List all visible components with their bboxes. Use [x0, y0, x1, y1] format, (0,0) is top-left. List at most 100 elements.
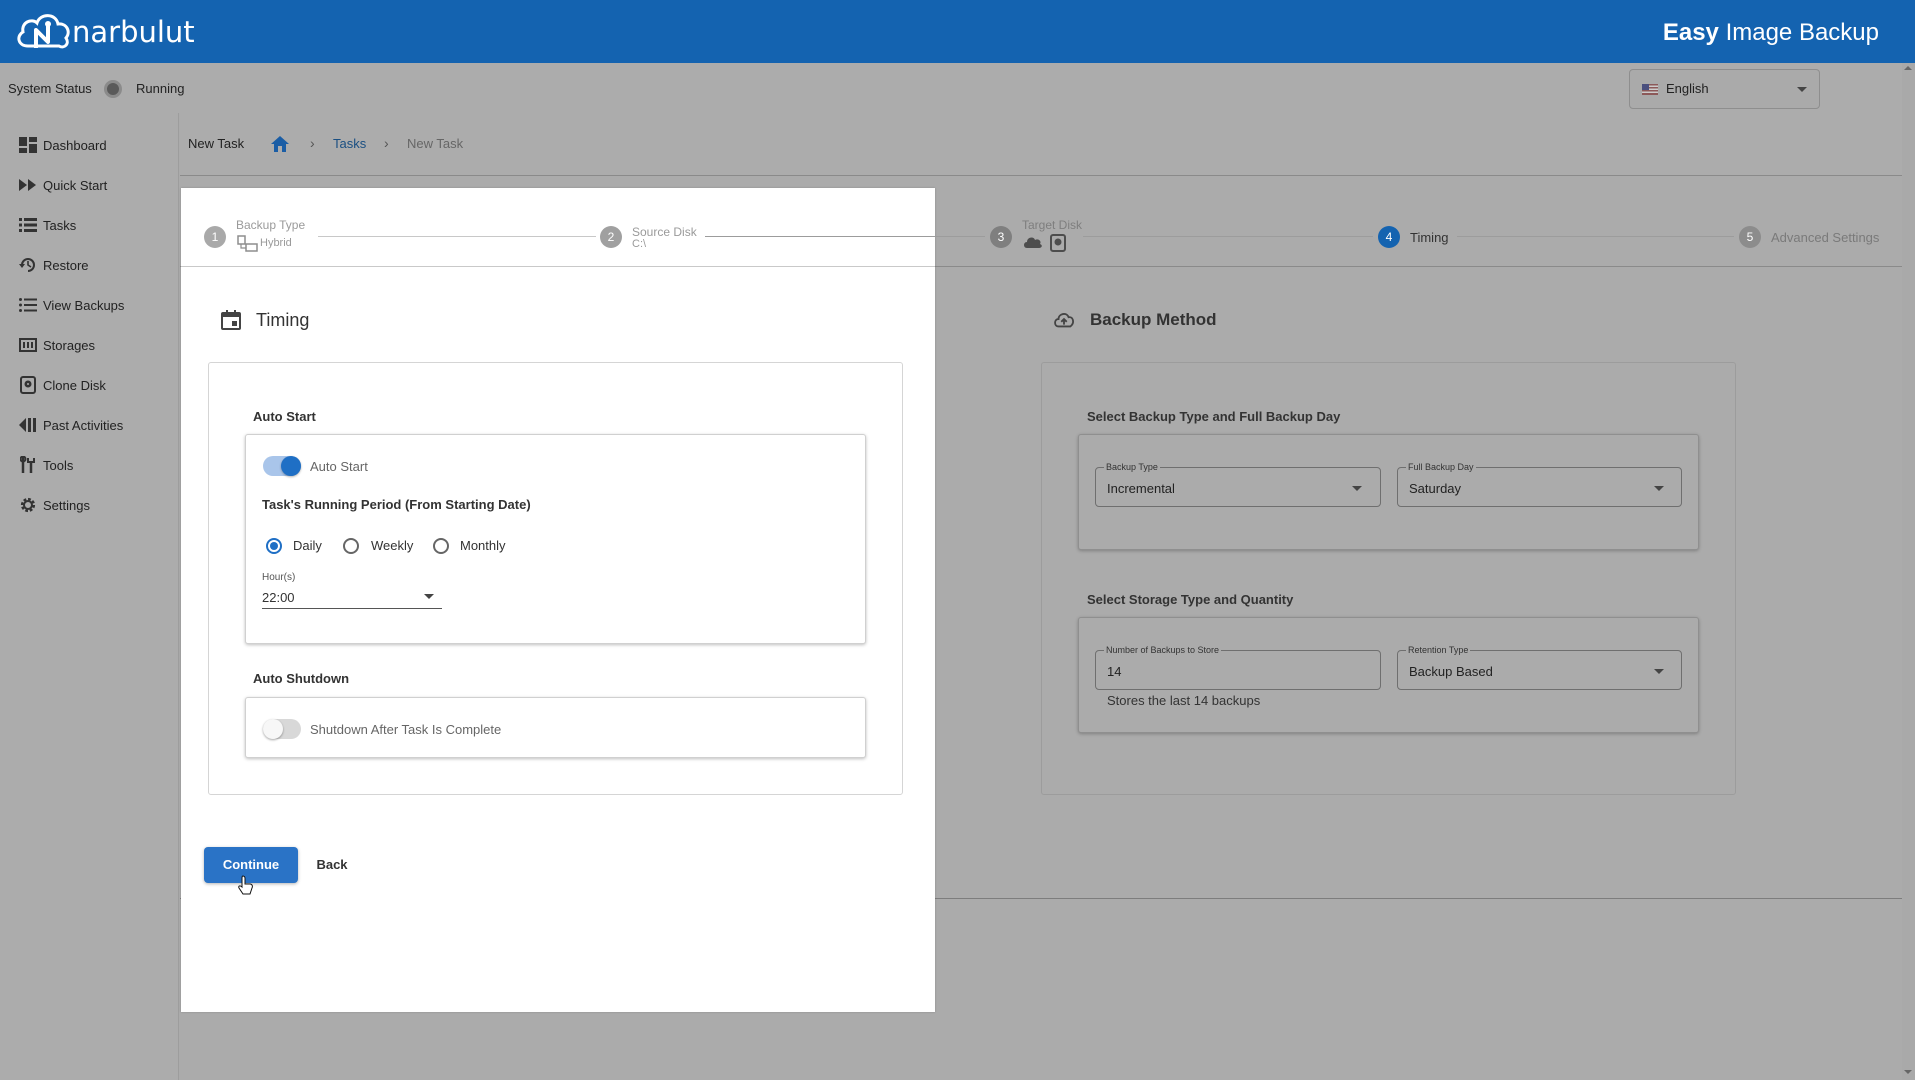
step-4-title: Timing	[1410, 230, 1449, 245]
cloud-upload-icon	[1054, 313, 1074, 328]
breadcrumb-separator: ›	[384, 135, 389, 151]
disk-icon	[19, 376, 37, 394]
running-period-label: Task's Running Period (From Starting Dat…	[262, 497, 531, 512]
scroll-up-icon[interactable]	[1904, 66, 1912, 70]
app-header: narbulut Easy Image Backup	[0, 0, 1915, 63]
restore-icon	[19, 256, 37, 274]
timing-title: Timing	[256, 310, 310, 330]
storage-section-label: Select Storage Type and Quantity	[1087, 592, 1294, 607]
hours-value: 22:00	[262, 590, 295, 605]
sidebar-item-label: Dashboard	[43, 137, 107, 153]
backup-type-select[interactable]: Backup Type Incremental	[1095, 462, 1381, 507]
status-bar: System Status Running English	[0, 63, 1915, 113]
fast-forward-icon	[19, 176, 37, 194]
hours-label: Hour(s)	[262, 572, 296, 583]
narbulut-logo[interactable]: narbulut	[14, 8, 195, 56]
sidebar-item-dashboard[interactable]: Dashboard	[0, 128, 179, 162]
radio-weekly[interactable]	[343, 538, 359, 554]
hybrid-icon	[237, 235, 258, 252]
breadcrumb-separator: ›	[310, 135, 315, 151]
sidebar-item-settings[interactable]: Settings	[0, 488, 179, 522]
sidebar-item-label: Past Activities	[43, 417, 124, 433]
sidebar: Dashboard Quick Start Tasks Restore View…	[0, 113, 179, 1080]
num-backups-helper: Stores the last 14 backups	[1107, 693, 1261, 708]
page-scrollbar[interactable]	[1902, 63, 1915, 1080]
backup-type-label: Backup Type	[1104, 462, 1160, 472]
step-5-number: 5	[1739, 226, 1761, 248]
chevron-down-icon	[1797, 87, 1807, 92]
backup-type-section-label: Select Backup Type and Full Backup Day	[1087, 409, 1341, 424]
auto-shutdown-section-label: Auto Shutdown	[253, 671, 350, 686]
auto-start-toggle-label: Auto Start	[310, 459, 368, 474]
step-1-subtitle: Hybrid	[260, 237, 292, 249]
page-title: New Task	[188, 136, 245, 151]
sidebar-item-label: Quick Start	[43, 177, 108, 193]
retention-type-label: Retention Type	[1406, 645, 1471, 655]
stepper-divider-highlight	[181, 266, 935, 267]
sidebar-item-label: Restore	[43, 257, 89, 273]
tools-icon	[19, 456, 37, 474]
back-button[interactable]: Back	[305, 847, 359, 883]
step-connector	[318, 236, 596, 237]
sidebar-item-label: Tools	[43, 457, 74, 473]
step-1-title: Backup Type	[236, 218, 306, 232]
gear-icon	[19, 496, 37, 514]
logo-text: narbulut	[72, 15, 195, 49]
breadcrumb-current: New Task	[407, 136, 464, 151]
step-3-number: 3	[990, 226, 1012, 248]
num-backups-input[interactable]: Number of Backups to Store 14	[1095, 645, 1381, 690]
step-connector	[705, 236, 985, 237]
shutdown-toggle[interactable]	[263, 719, 301, 739]
language-select[interactable]: English	[1629, 69, 1820, 109]
toggle-knob	[263, 719, 283, 739]
breadcrumb: New Task › Tasks › New Task	[180, 113, 1902, 176]
sidebar-item-tasks[interactable]: Tasks	[0, 208, 179, 242]
sidebar-item-view-backups[interactable]: View Backups	[0, 288, 179, 322]
step-2-title: Source Disk	[632, 225, 697, 239]
scroll-down-icon[interactable]	[1904, 1070, 1912, 1074]
retention-type-select[interactable]: Retention Type Backup Based	[1397, 645, 1682, 690]
storage-icon	[19, 336, 37, 354]
sidebar-item-label: Storages	[43, 337, 96, 353]
us-flag-icon	[1642, 84, 1658, 95]
sidebar-item-label: View Backups	[43, 297, 125, 313]
home-icon[interactable]	[270, 134, 290, 154]
backup-type-value: Incremental	[1107, 481, 1175, 496]
sidebar-item-quick-start[interactable]: Quick Start	[0, 168, 179, 202]
step-2-number: 2	[600, 226, 622, 248]
num-backups-label: Number of Backups to Store	[1104, 645, 1222, 655]
sidebar-item-storages[interactable]: Storages	[0, 328, 179, 362]
step-connector	[1457, 236, 1734, 237]
cloud-icon	[1024, 237, 1042, 248]
radio-daily[interactable]	[266, 538, 282, 554]
sidebar-item-restore[interactable]: Restore	[0, 248, 179, 282]
retention-type-value: Backup Based	[1409, 664, 1493, 679]
step-4-number: 4	[1378, 226, 1400, 248]
system-status-value: Running	[136, 81, 185, 96]
step-2-subtitle: C:\	[632, 238, 647, 250]
disk-icon	[1050, 234, 1066, 252]
list-bullets-icon	[19, 296, 37, 314]
step-3-title: Target Disk	[1022, 218, 1083, 232]
shutdown-toggle-label: Shutdown After Task Is Complete	[310, 722, 502, 737]
hours-underline	[262, 608, 442, 609]
chevron-down-icon	[1654, 669, 1664, 674]
sidebar-item-label: Settings	[43, 497, 90, 513]
radio-daily-label: Daily	[293, 538, 322, 553]
sidebar-item-past-activities[interactable]: Past Activities	[0, 408, 179, 442]
hand-cursor-icon	[238, 875, 253, 895]
list-icon	[19, 216, 37, 234]
auto-start-section-label: Auto Start	[253, 409, 316, 424]
dashboard-icon	[19, 136, 37, 154]
language-value: English	[1666, 81, 1709, 96]
sidebar-item-clone-disk[interactable]: Clone Disk	[0, 368, 179, 402]
breadcrumb-link-tasks[interactable]: Tasks	[333, 136, 366, 151]
history-icon	[19, 416, 37, 434]
full-backup-day-value: Saturday	[1409, 481, 1462, 496]
toggle-knob	[281, 456, 301, 476]
full-backup-day-select[interactable]: Full Backup Day Saturday	[1397, 462, 1682, 507]
auto-start-toggle[interactable]	[263, 456, 301, 476]
radio-monthly[interactable]	[433, 538, 449, 554]
radio-weekly-label: Weekly	[371, 538, 414, 553]
sidebar-item-tools[interactable]: Tools	[0, 448, 179, 482]
